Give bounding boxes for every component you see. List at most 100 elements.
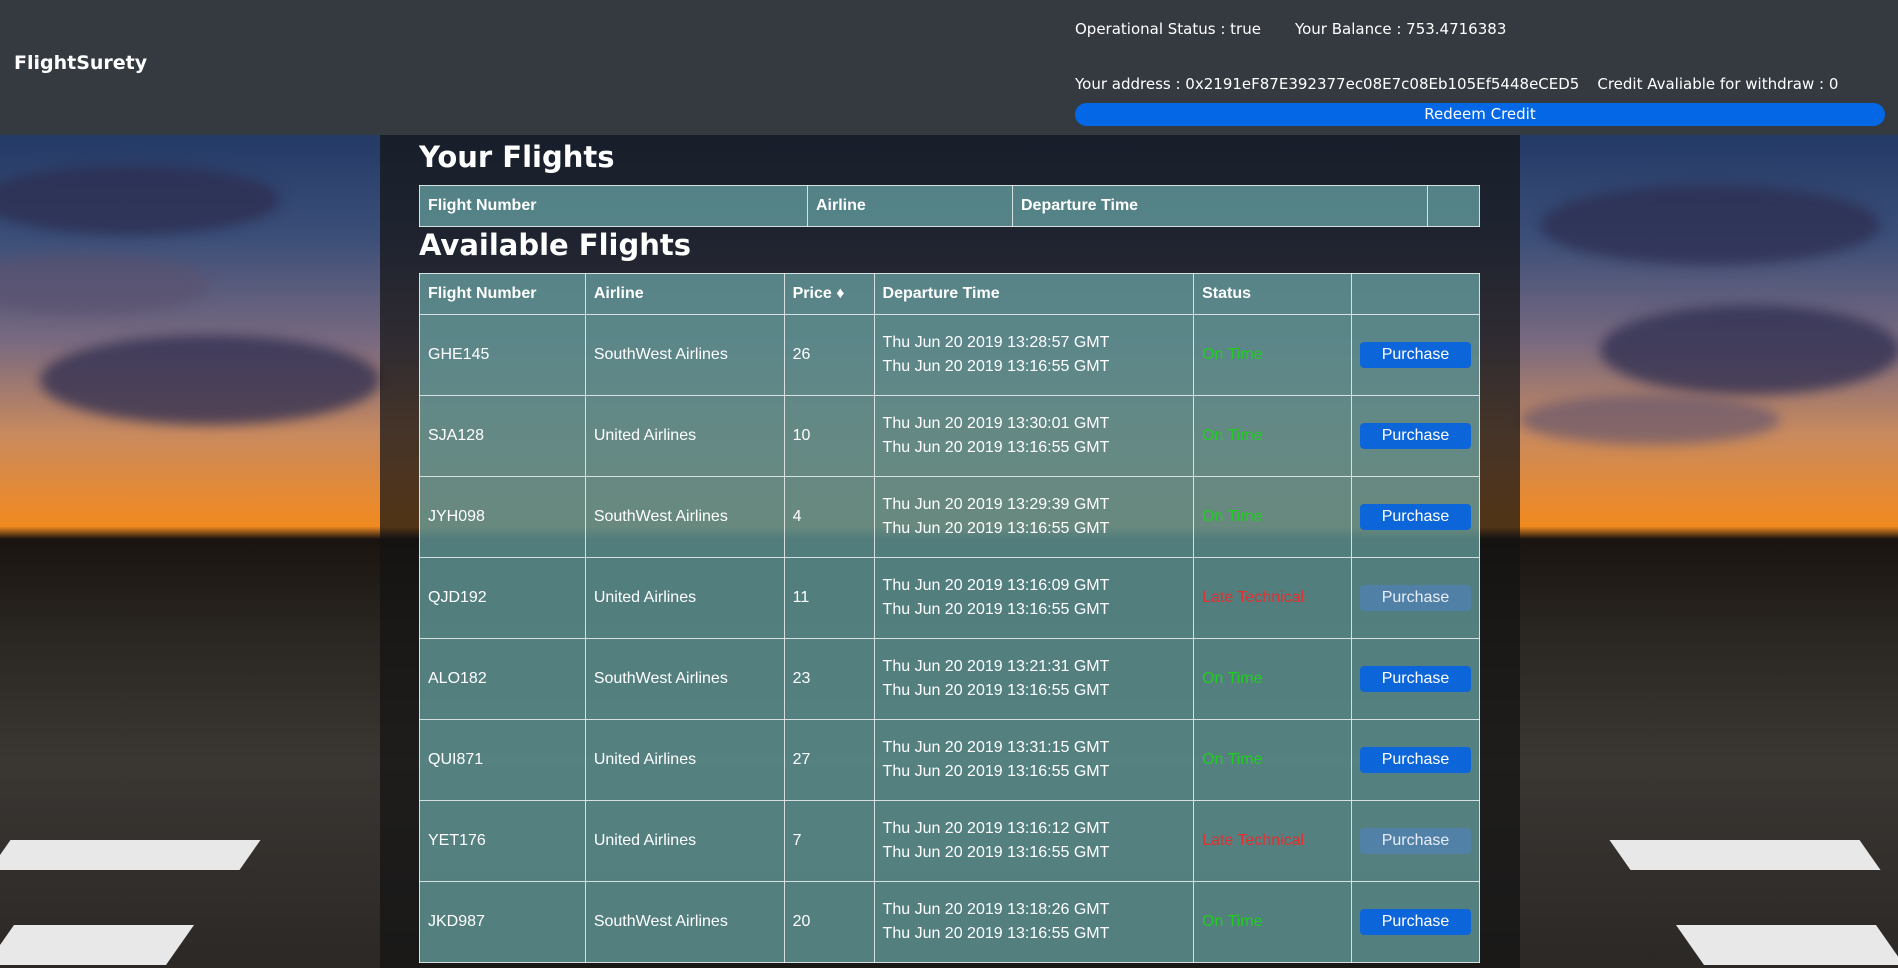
- available-flights-table: Flight Number Airline Price ♦ Departure …: [419, 273, 1480, 963]
- flight-status: On Time: [1193, 638, 1352, 720]
- purchase-button[interactable]: Purchase: [1360, 504, 1471, 530]
- flight-number: YET176: [419, 800, 586, 882]
- table-row: YET176 United Airlines 7 Thu Jun 20 2019 13…: [419, 800, 1480, 882]
- departure-time-line: Thu Jun 20 2019 13:16:12 GMT: [882, 820, 1110, 837]
- your-flights-table: Flight Number Airline Departure Time: [419, 185, 1480, 227]
- table-row: GHE145 SouthWest Airlines 26 Thu Jun 20 201…: [419, 314, 1480, 396]
- table-row: SJA128 United Airlines 10 Thu Jun 20 2019 1…: [419, 395, 1480, 477]
- wallet-address: Your address : 0x2191eF87E392377ec08E7c0…: [1075, 75, 1580, 93]
- departure-time: Thu Jun 20 2019 13:21:31 GMT Thu Jun 20 2…: [873, 638, 1195, 720]
- flight-number: QUI871: [419, 719, 586, 801]
- departure-time-line: Thu Jun 20 2019 13:16:55 GMT: [882, 601, 1110, 618]
- departure-time-line: Thu Jun 20 2019 13:29:39 GMT: [882, 496, 1110, 513]
- price: 4: [783, 476, 875, 558]
- flight-number: JYH098: [419, 476, 586, 558]
- flight-status: On Time: [1193, 881, 1352, 963]
- credit-available: Credit Avaliable for withdraw : 0: [1597, 75, 1839, 93]
- flight-number: ALO182: [419, 638, 586, 720]
- departure-time-line: Thu Jun 20 2019 13:30:01 GMT: [882, 415, 1110, 432]
- airline-name: United Airlines: [584, 557, 785, 639]
- available-flights-header-row: Flight Number Airline Price ♦ Departure …: [419, 273, 1480, 315]
- table-row: JYH098 SouthWest Airlines 4 Thu Jun 20 2019…: [419, 476, 1480, 558]
- departure-time-line: Thu Jun 20 2019 13:21:31 GMT: [882, 658, 1110, 675]
- departure-time-line: Thu Jun 20 2019 13:16:55 GMT: [882, 682, 1110, 699]
- action-cell: Purchase: [1351, 719, 1480, 801]
- top-navbar: FlightSurety Operational Status : true Yo…: [0, 0, 1898, 135]
- available-flights-title: Available Flights: [419, 228, 692, 262]
- departure-time: Thu Jun 20 2019 13:16:12 GMT Thu Jun 20 2…: [873, 800, 1195, 882]
- col-airline: Airline: [584, 273, 785, 315]
- col-status: Status: [1193, 273, 1352, 315]
- table-row: ALO182 SouthWest Airlines 23 Thu Jun 20 201…: [419, 638, 1480, 720]
- flight-status: Late Technical: [1193, 557, 1352, 639]
- action-cell: Purchase: [1351, 395, 1480, 477]
- departure-time-line: Thu Jun 20 2019 13:16:55 GMT: [882, 439, 1110, 456]
- purchase-button[interactable]: Purchase: [1360, 828, 1471, 854]
- price: 7: [783, 800, 875, 882]
- brand-logo[interactable]: FlightSurety: [14, 52, 147, 74]
- price: 11: [783, 557, 875, 639]
- account-line: Your address : 0x2191eF87E392377ec08E7c0…: [1075, 75, 1872, 93]
- col-action: [1351, 273, 1480, 315]
- action-cell: Purchase: [1351, 557, 1480, 639]
- flight-status: Late Technical: [1193, 800, 1352, 882]
- departure-time-line: Thu Jun 20 2019 13:18:26 GMT: [882, 901, 1110, 918]
- airline-name: United Airlines: [584, 719, 785, 801]
- action-cell: Purchase: [1351, 476, 1480, 558]
- airline-name: United Airlines: [584, 800, 785, 882]
- col-departure-time: Departure Time: [1012, 185, 1428, 227]
- price: 23: [783, 638, 875, 720]
- departure-time-line: Thu Jun 20 2019 13:16:09 GMT: [882, 577, 1110, 594]
- action-cell: Purchase: [1351, 638, 1480, 720]
- price: 27: [783, 719, 875, 801]
- purchase-button[interactable]: Purchase: [1360, 747, 1471, 773]
- col-flight-number: Flight Number: [419, 185, 808, 227]
- table-row: QUI871 United Airlines 27 Thu Jun 20 2019 1…: [419, 719, 1480, 801]
- airline-name: SouthWest Airlines: [584, 881, 785, 963]
- operational-status: Operational Status : true: [1075, 20, 1261, 38]
- status-line: Operational Status : true Your Balance : …: [1075, 20, 1540, 38]
- col-flight-number: Flight Number: [419, 273, 586, 315]
- departure-time-line: Thu Jun 20 2019 13:28:57 GMT: [882, 334, 1110, 351]
- your-flights-title: Your Flights: [419, 140, 615, 174]
- airline-name: United Airlines: [584, 395, 785, 477]
- main-panel: Your Flights Flight Number Airline Depar…: [380, 135, 1520, 968]
- departure-time-line: Thu Jun 20 2019 13:16:55 GMT: [882, 520, 1110, 537]
- purchase-button[interactable]: Purchase: [1360, 585, 1471, 611]
- table-row: JKD987 SouthWest Airlines 20 Thu Jun 20 201…: [419, 881, 1480, 963]
- flight-status: On Time: [1193, 476, 1352, 558]
- table-row: QJD192 United Airlines 11 Thu Jun 20 2019 1…: [419, 557, 1480, 639]
- purchase-button[interactable]: Purchase: [1360, 342, 1471, 368]
- col-price-sortable[interactable]: Price ♦: [783, 273, 875, 315]
- purchase-button[interactable]: Purchase: [1360, 423, 1471, 449]
- balance: Your Balance : 753.4716383: [1294, 20, 1507, 38]
- departure-time-line: Thu Jun 20 2019 13:16:55 GMT: [882, 763, 1110, 780]
- departure-time-line: Thu Jun 20 2019 13:31:15 GMT: [882, 739, 1110, 756]
- flight-number: SJA128: [419, 395, 586, 477]
- flight-number: GHE145: [419, 314, 586, 396]
- price: 20: [783, 881, 875, 963]
- action-cell: Purchase: [1351, 314, 1480, 396]
- departure-time: Thu Jun 20 2019 13:16:09 GMT Thu Jun 20 2…: [873, 557, 1195, 639]
- departure-time-line: Thu Jun 20 2019 13:16:55 GMT: [882, 925, 1110, 942]
- departure-time: Thu Jun 20 2019 13:18:26 GMT Thu Jun 20 2…: [873, 881, 1195, 963]
- departure-time-line: Thu Jun 20 2019 13:16:55 GMT: [882, 358, 1110, 375]
- flight-number: JKD987: [419, 881, 586, 963]
- airline-name: SouthWest Airlines: [584, 638, 785, 720]
- your-flights-header-row: Flight Number Airline Departure Time: [419, 185, 1480, 227]
- action-cell: Purchase: [1351, 881, 1480, 963]
- price: 26: [783, 314, 875, 396]
- departure-time: Thu Jun 20 2019 13:31:15 GMT Thu Jun 20 2…: [873, 719, 1195, 801]
- departure-time: Thu Jun 20 2019 13:28:57 GMT Thu Jun 20 2…: [873, 314, 1195, 396]
- departure-time: Thu Jun 20 2019 13:30:01 GMT Thu Jun 20 2…: [873, 395, 1195, 477]
- flight-number: QJD192: [419, 557, 586, 639]
- purchase-button[interactable]: Purchase: [1360, 666, 1471, 692]
- col-action: [1427, 185, 1480, 227]
- purchase-button[interactable]: Purchase: [1360, 909, 1471, 935]
- departure-time: Thu Jun 20 2019 13:29:39 GMT Thu Jun 20 2…: [873, 476, 1195, 558]
- col-departure-time: Departure Time: [873, 273, 1195, 315]
- redeem-credit-button[interactable]: Redeem Credit: [1075, 103, 1885, 126]
- action-cell: Purchase: [1351, 800, 1480, 882]
- col-airline: Airline: [807, 185, 1013, 227]
- flight-status: On Time: [1193, 314, 1352, 396]
